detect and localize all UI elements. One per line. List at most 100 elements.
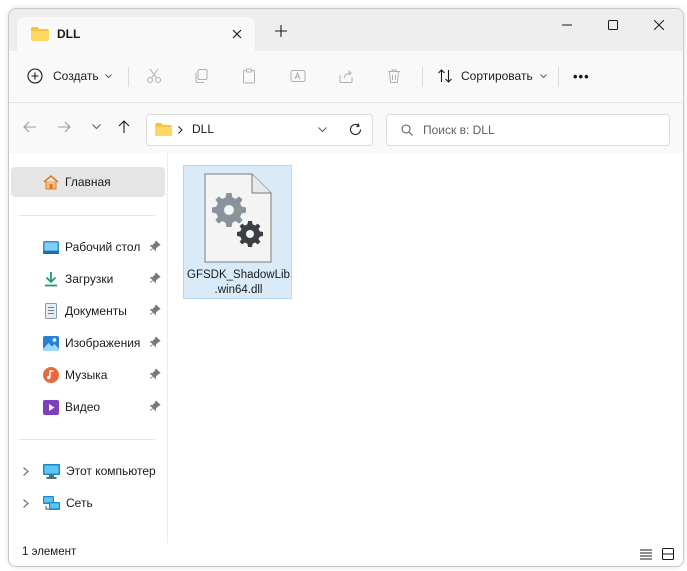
chevron-right-icon[interactable] (23, 498, 29, 508)
sort-button[interactable]: Сортировать (437, 61, 547, 91)
sidebar-item-videos[interactable]: Видео (11, 392, 165, 422)
tab-title: DLL (57, 27, 81, 41)
more-options-button[interactable]: ••• (573, 61, 590, 91)
refresh-icon[interactable] (349, 123, 362, 136)
sort-label: Сортировать (461, 69, 533, 83)
maximize-button[interactable] (590, 9, 636, 41)
sidebar-item-label: Изображения (65, 336, 141, 350)
sort-icon (438, 69, 452, 83)
minimize-button[interactable] (544, 9, 590, 41)
chevron-down-icon (91, 124, 101, 130)
toolbar-divider (558, 67, 559, 87)
paste-button[interactable] (241, 61, 257, 91)
command-bar: Создать Сортировать ••• (9, 51, 683, 103)
sidebar-item-desktop[interactable]: Рабочий стол (11, 232, 165, 262)
network-icon (43, 495, 60, 510)
up-button[interactable] (114, 117, 134, 137)
navigation-pane: Главная Рабочий стол Загрузки Документы … (9, 153, 168, 543)
delete-button[interactable] (386, 61, 402, 91)
search-box[interactable] (386, 114, 670, 146)
downloads-icon (45, 272, 57, 287)
clipboard-icon (243, 68, 255, 84)
file-explorer-window: DLL Создать Сортировать ••• DLL Поиск в:… (8, 8, 684, 567)
pin-icon[interactable] (149, 336, 161, 348)
music-icon (43, 367, 59, 383)
sidebar-item-downloads[interactable]: Загрузки (11, 264, 165, 294)
sidebar-item-label: Видео (65, 400, 101, 414)
chevron-down-icon (104, 73, 112, 78)
sidebar-item-this-pc[interactable]: Этот компьютер (11, 456, 165, 486)
close-icon (232, 29, 242, 39)
share-icon (339, 70, 353, 83)
chevron-down-icon[interactable] (318, 127, 327, 133)
folder-icon (155, 123, 172, 136)
sidebar-item-label: Главная (65, 175, 111, 189)
cut-button[interactable] (146, 61, 162, 91)
pin-icon[interactable] (149, 400, 161, 412)
toolbar-divider (422, 67, 423, 87)
address-bar[interactable]: DLL (146, 114, 373, 146)
sidebar-item-pictures[interactable]: Изображения (11, 328, 165, 358)
sidebar-item-label: Этот компьютер (66, 464, 156, 478)
sidebar-item-home[interactable]: Главная (11, 167, 165, 197)
rename-icon (290, 70, 306, 82)
sidebar-item-label: Загрузки (65, 272, 114, 286)
pin-icon[interactable] (149, 368, 161, 380)
sidebar-divider (19, 439, 155, 440)
add-circle-icon (27, 68, 43, 84)
sidebar-item-label: Сеть (66, 496, 93, 510)
search-input[interactable] (421, 122, 655, 138)
tiles-view-button[interactable] (659, 545, 677, 563)
status-bar: 1 элемент (9, 543, 683, 566)
arrow-left-icon (23, 121, 36, 133)
pin-icon[interactable] (149, 240, 161, 252)
file-name-line: .win64.dll (214, 284, 263, 296)
documents-icon (45, 303, 57, 319)
copy-icon (195, 69, 208, 83)
arrow-right-icon (58, 121, 71, 133)
new-tab-button[interactable] (271, 21, 291, 41)
pictures-icon (43, 335, 59, 351)
folder-icon (31, 27, 49, 41)
arrow-up-icon (118, 120, 130, 133)
trash-icon (388, 69, 400, 83)
file-name: GFSDK_ShadowLib .win64.dll (184, 268, 293, 298)
create-button[interactable]: Создать (27, 61, 112, 91)
title-bar: DLL (9, 9, 683, 51)
maximize-icon (608, 20, 618, 30)
tab-dll[interactable]: DLL (17, 17, 255, 51)
more-icon: ••• (573, 68, 590, 84)
sidebar-item-music[interactable]: Музыка (11, 360, 165, 390)
chevron-right-icon (178, 126, 183, 134)
back-button[interactable] (20, 117, 40, 137)
computer-icon (43, 463, 60, 479)
search-icon (401, 124, 413, 136)
dll-settings-file-icon (204, 173, 272, 263)
scissors-icon (147, 68, 161, 83)
pin-icon[interactable] (149, 272, 161, 284)
address-path: DLL (192, 122, 215, 136)
chevron-down-icon (539, 73, 547, 78)
details-view-button[interactable] (637, 545, 655, 563)
sidebar-item-network[interactable]: Сеть (11, 488, 165, 518)
sidebar-item-documents[interactable]: Документы (11, 296, 165, 326)
file-name-line: GFSDK_ShadowLib (187, 269, 290, 281)
forward-button[interactable] (54, 117, 74, 137)
sidebar-item-label: Документы (65, 304, 127, 318)
copy-button[interactable] (193, 61, 209, 91)
desktop-icon (43, 240, 59, 254)
file-item[interactable]: GFSDK_ShadowLib .win64.dll (183, 165, 292, 299)
plus-icon (275, 25, 287, 37)
close-icon (654, 20, 664, 30)
pin-icon[interactable] (149, 304, 161, 316)
sidebar-item-label: Музыка (65, 368, 108, 382)
rename-button[interactable] (290, 61, 306, 91)
tab-close-button[interactable] (227, 24, 247, 44)
item-count: 1 элемент (22, 546, 77, 558)
close-window-button[interactable] (636, 9, 682, 41)
chevron-right-icon[interactable] (23, 466, 29, 476)
recent-locations-button[interactable] (86, 117, 106, 137)
toolbar-divider (128, 67, 129, 87)
share-button[interactable] (338, 61, 354, 91)
file-list: GFSDK_ShadowLib .win64.dll (168, 153, 683, 543)
